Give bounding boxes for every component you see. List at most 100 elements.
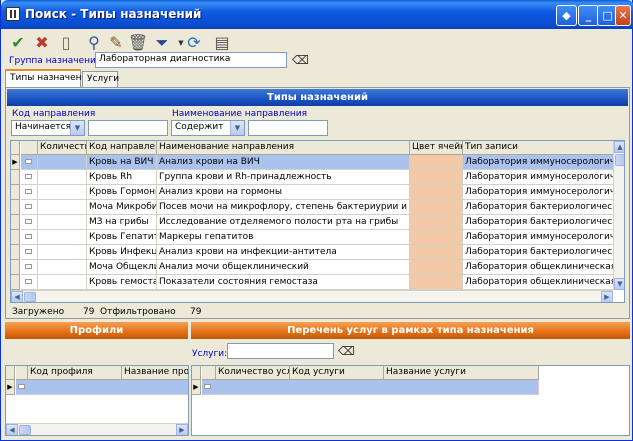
cell-type[interactable]: Лаборатория бактериологическая: [463, 200, 614, 215]
checkbox[interactable]: [25, 279, 32, 284]
eraser-icon[interactable]: ⌫: [338, 344, 355, 358]
filter-name-input[interactable]: [248, 120, 328, 136]
row-checkbox-cell[interactable]: [21, 230, 38, 245]
filter-code-input[interactable]: [88, 120, 168, 136]
col-header-code[interactable]: Код направления: [87, 141, 157, 155]
cell-color[interactable]: [410, 230, 463, 245]
cell-color[interactable]: [410, 260, 463, 275]
cell-type[interactable]: Лаборатория иммуносерологическая: [463, 155, 614, 170]
cell-qty[interactable]: [38, 275, 87, 290]
cell-code[interactable]: Моча Микробиоло: [87, 200, 157, 215]
cell-color[interactable]: [410, 155, 463, 170]
new-icon[interactable]: ▯: [55, 32, 77, 54]
scroll-down-icon[interactable]: ▼: [614, 278, 624, 290]
row-checkbox-cell[interactable]: [21, 155, 38, 170]
cell-qty[interactable]: [38, 185, 87, 200]
scroll-left-icon[interactable]: ◀: [6, 424, 18, 435]
cell-type[interactable]: Лаборатория иммуносерологическая: [463, 170, 614, 185]
col-header-profile-code[interactable]: Код профиля: [28, 366, 122, 380]
cell-type[interactable]: Лаборатория бактериологическая: [463, 215, 614, 230]
cell-qty[interactable]: [38, 170, 87, 185]
scroll-thumb[interactable]: [24, 292, 36, 302]
cell-color[interactable]: [410, 245, 463, 260]
table-row[interactable]: [16, 380, 188, 395]
cell-qty[interactable]: [38, 200, 87, 215]
services-input[interactable]: [227, 343, 334, 359]
cell-code[interactable]: Кровь на ВИЧ: [87, 155, 157, 170]
chevron-down-icon[interactable]: ▼: [230, 121, 244, 135]
cell-code[interactable]: Моча Общеклинич: [87, 260, 157, 275]
col-header-type[interactable]: Тип записи: [463, 141, 614, 155]
cell-code[interactable]: Кровь гемостаз: [87, 275, 157, 290]
tab-types[interactable]: Типы назначений: [5, 69, 93, 87]
col-header-profile-name[interactable]: Название профи: [122, 366, 188, 380]
checkbox[interactable]: [25, 219, 32, 224]
cell-code[interactable]: МЗ на грибы: [87, 215, 157, 230]
checkbox[interactable]: [25, 189, 32, 194]
filter-code-mode[interactable]: Начинается ▼: [11, 120, 85, 136]
checkbox[interactable]: [25, 159, 32, 164]
cell-type[interactable]: Лаборатория общеклиническая: [463, 260, 614, 275]
checkbox[interactable]: [204, 384, 211, 389]
cell-qty[interactable]: [38, 230, 87, 245]
cell-code[interactable]: Кровь Rh: [87, 170, 157, 185]
eraser-icon[interactable]: ⌫: [292, 53, 309, 67]
cell-code[interactable]: Кровь Гепатит: [87, 230, 157, 245]
scroll-thumb[interactable]: [615, 154, 624, 166]
cell-color[interactable]: [410, 215, 463, 230]
filter-name-mode[interactable]: Содержит ▼: [171, 120, 245, 136]
col-header-color[interactable]: Цвет ячейки: [410, 141, 463, 155]
row-checkbox-cell[interactable]: [21, 170, 38, 185]
title-bar[interactable]: Поиск - Типы назначений ◆ _ □ ✕: [1, 0, 633, 29]
col-header-service-name[interactable]: Название услуги: [384, 366, 539, 380]
cell-color[interactable]: [410, 275, 463, 290]
row-checkbox-cell[interactable]: [21, 215, 38, 230]
cell-type[interactable]: Лаборатория бактериологическая: [463, 245, 614, 260]
trash-icon[interactable]: 🗑: [127, 32, 149, 54]
delete-icon[interactable]: ✖: [31, 32, 53, 54]
minimize-button[interactable]: _: [578, 5, 599, 26]
cell-name[interactable]: Анализ мочи общеклинический: [157, 260, 410, 275]
cell-color[interactable]: [410, 185, 463, 200]
cell-code[interactable]: Кровь Инфекции: [87, 245, 157, 260]
checkbox[interactable]: [18, 384, 25, 389]
scroll-left-icon[interactable]: ◀: [11, 291, 23, 302]
cell-type[interactable]: Лаборатория иммуносерологическая: [463, 185, 614, 200]
row-checkbox-cell[interactable]: [21, 185, 38, 200]
cell-name[interactable]: Посев мочи на микрофлору, степень бактер…: [157, 200, 410, 215]
table-row[interactable]: [202, 380, 539, 395]
cell-name[interactable]: Группа крови и Rh-принадлежность: [157, 170, 410, 185]
col-header-service-code[interactable]: Код услуги: [290, 366, 384, 380]
cell-color[interactable]: [410, 170, 463, 185]
cell-name[interactable]: Анализ крови на гормоны: [157, 185, 410, 200]
refresh-icon[interactable]: ⟳: [183, 32, 205, 54]
row-checkbox-cell[interactable]: [21, 245, 38, 260]
cell-qty[interactable]: [38, 260, 87, 275]
cell-color[interactable]: [410, 200, 463, 215]
chevron-down-icon[interactable]: ▼: [70, 121, 84, 135]
search-icon[interactable]: ⚲: [83, 32, 105, 54]
checkbox[interactable]: [25, 249, 32, 254]
close-button[interactable]: ✕: [615, 5, 631, 26]
cell-name[interactable]: Показатели состояния гемостаза: [157, 275, 410, 290]
cell-qty[interactable]: [38, 155, 87, 170]
cell-type[interactable]: Лаборатория общеклиническая: [463, 275, 614, 290]
row-checkbox-cell[interactable]: [21, 275, 38, 290]
scroll-right-icon[interactable]: ▶: [601, 291, 613, 302]
check-icon[interactable]: ✔: [7, 32, 29, 54]
cell-name[interactable]: Анализ крови на ВИЧ: [157, 155, 410, 170]
report-icon[interactable]: ▤: [211, 32, 233, 54]
checkbox[interactable]: [25, 264, 32, 269]
edit-icon[interactable]: ✎: [105, 32, 127, 54]
scroll-right-icon[interactable]: ▶: [176, 424, 188, 435]
cell-name[interactable]: Анализ крови на инфекции-антитела: [157, 245, 410, 260]
cell-name[interactable]: Исследование отделяемого полости рта на …: [157, 215, 410, 230]
cell-name[interactable]: Маркеры гепатитов: [157, 230, 410, 245]
col-header-service-qty[interactable]: Количество услуг: [216, 366, 290, 380]
horizontal-scrollbar[interactable]: ◀ ▶: [6, 423, 188, 435]
row-checkbox-cell[interactable]: [21, 200, 38, 215]
row-checkbox-cell[interactable]: [21, 260, 38, 275]
help-button[interactable]: ◆: [556, 5, 577, 26]
cell-qty[interactable]: [38, 245, 87, 260]
tab-services[interactable]: Услуги: [82, 71, 119, 87]
